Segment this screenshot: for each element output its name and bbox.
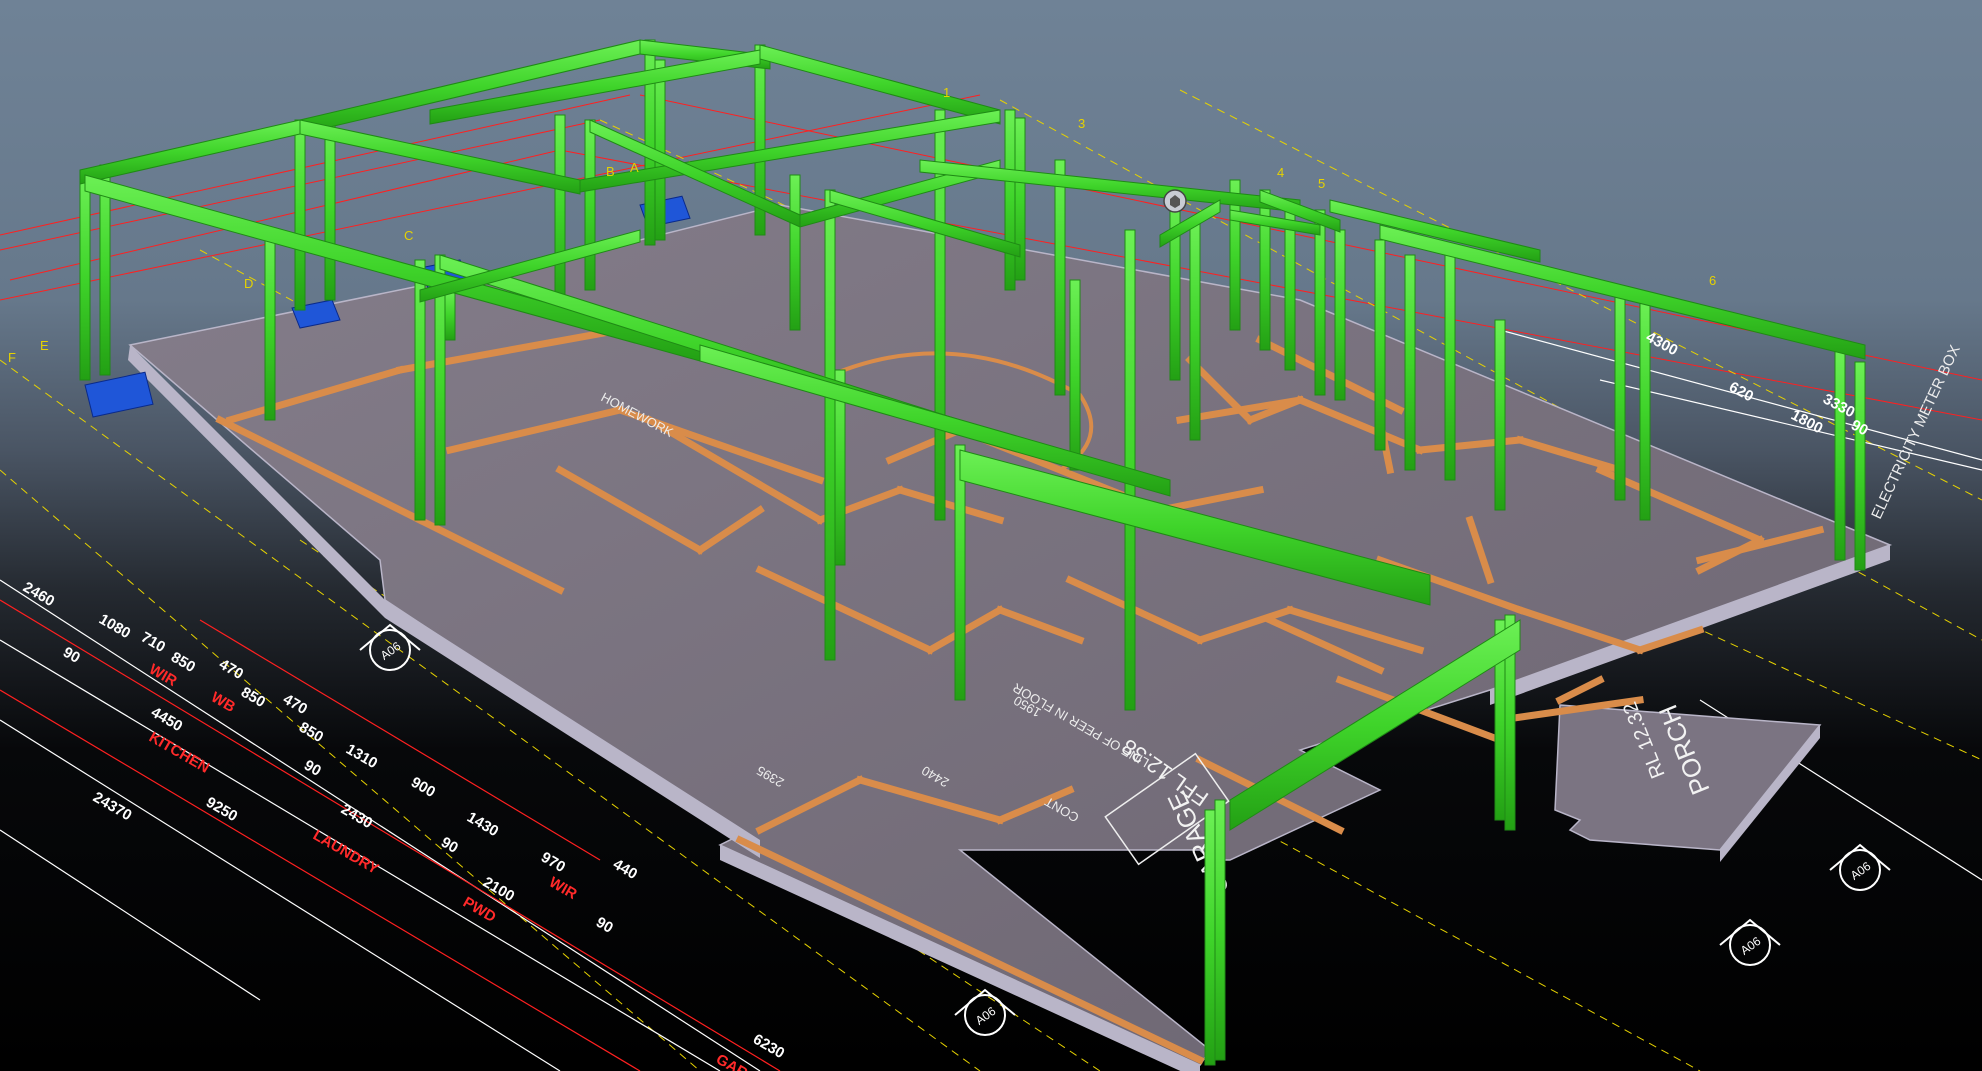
steel-column[interactable] xyxy=(79,174,91,381)
dim-col2-6: 970 xyxy=(538,849,568,876)
steel-beam[interactable] xyxy=(919,159,1301,213)
section-marker-3-label: A06 xyxy=(1738,934,1764,958)
room-laundry: LAUNDRY xyxy=(310,827,382,878)
section-marker-1-label: A06 xyxy=(973,1004,999,1028)
grid-number-6: 6 xyxy=(1709,273,1716,288)
steel-column[interactable] xyxy=(1444,254,1456,481)
steel-column[interactable] xyxy=(824,189,836,661)
steel-column[interactable] xyxy=(1169,194,1181,381)
steel-column[interactable] xyxy=(1069,279,1081,471)
steel-column[interactable] xyxy=(294,119,306,311)
steel-beam[interactable] xyxy=(299,119,581,195)
cad-viewport[interactable]: HOMEWORK CONT 1950 2440 2395 LINE OF PEE… xyxy=(0,0,1982,1071)
grid-number-4: 4 xyxy=(1277,165,1284,180)
steel-column[interactable] xyxy=(1614,289,1626,501)
steel-column[interactable] xyxy=(1834,349,1846,561)
steel-column[interactable] xyxy=(1494,319,1506,511)
steel-column[interactable] xyxy=(1189,219,1201,441)
steel-column[interactable] xyxy=(324,119,336,301)
grid-letter-b: B xyxy=(606,164,615,179)
steel-column[interactable] xyxy=(584,119,596,291)
steel-column[interactable] xyxy=(1204,809,1216,1066)
steel-column[interactable] xyxy=(264,229,276,421)
dim-col3-2: 2430 xyxy=(338,801,375,832)
dim-col1-1: 1080 xyxy=(96,611,133,642)
steel-column[interactable] xyxy=(1334,229,1346,401)
section-marker-3[interactable]: A06 xyxy=(1719,918,1781,966)
dim-right-3: 620 xyxy=(1726,379,1756,406)
steel-beam[interactable] xyxy=(79,119,301,185)
timber-wall-plate[interactable] xyxy=(1555,675,1605,705)
section-marker-1[interactable]: A06 xyxy=(954,988,1016,1036)
dim-col1-2: 710 xyxy=(138,629,168,656)
view-cube-icon[interactable] xyxy=(1163,189,1187,213)
steel-column[interactable] xyxy=(1004,109,1016,291)
electricity-label: ELECTRICITY METER BOX xyxy=(1868,343,1964,522)
dim-col2-4: 900 xyxy=(408,774,438,801)
dim-right-4: 90 xyxy=(1848,417,1871,440)
dimension-line xyxy=(0,689,641,1071)
section-marker-2[interactable]: A06 xyxy=(1829,843,1891,891)
steel-beam[interactable] xyxy=(759,44,1001,125)
grid-number-5: 5 xyxy=(1318,176,1325,191)
dimension-line xyxy=(0,719,561,1071)
section-marker-2-label: A06 xyxy=(1848,859,1874,883)
grid-letter-e: E xyxy=(40,338,49,353)
dimension-line xyxy=(0,829,261,1001)
dim-col1-6: 470 xyxy=(280,691,310,718)
dim-bottom: 6230 xyxy=(750,1031,787,1062)
floor-slab[interactable] xyxy=(128,204,1893,1071)
section-marker-4-label: A06 xyxy=(378,639,404,663)
steel-column[interactable] xyxy=(789,174,801,331)
building-model-3d-view[interactable]: HOMEWORK CONT 1950 2440 2395 LINE OF PEE… xyxy=(0,0,1982,1071)
grid-letter-f: F xyxy=(8,350,16,365)
dim-right-2: 1800 xyxy=(1788,407,1825,438)
dim-col3-1: 9250 xyxy=(203,794,240,825)
room-wb: WB xyxy=(208,689,238,716)
steel-column[interactable] xyxy=(1214,799,1226,1061)
pad-footing[interactable] xyxy=(84,371,154,418)
dim-col1-5: 850 xyxy=(238,684,268,711)
dim-col2-0: 90 xyxy=(60,644,83,667)
dim-col3-0: 24370 xyxy=(90,789,135,825)
slab-top[interactable] xyxy=(128,204,1893,1066)
grid-number-3: 3 xyxy=(1078,116,1085,131)
grid-letter-c: C xyxy=(404,228,413,243)
steel-column[interactable] xyxy=(554,114,566,306)
dim-col2-5: 1430 xyxy=(464,809,501,840)
room-wir-2: WIR xyxy=(546,874,580,903)
steel-column[interactable] xyxy=(1259,189,1271,351)
dim-col3-5: 90 xyxy=(593,914,616,937)
room-kitchen: KITCHEN xyxy=(146,729,212,777)
steel-column[interactable] xyxy=(954,444,966,701)
dim-col2-3: 1310 xyxy=(343,741,380,772)
steel-column[interactable] xyxy=(1374,239,1386,451)
dim-col2-7: 440 xyxy=(610,856,640,883)
grid-number-1: 1 xyxy=(943,85,950,100)
steel-column[interactable] xyxy=(1314,209,1326,396)
dim-col1-7: 850 xyxy=(296,719,326,746)
dim-col3-3: 90 xyxy=(438,834,461,857)
grid-letter-d: D xyxy=(244,276,253,291)
steel-column[interactable] xyxy=(1054,159,1066,396)
steel-column[interactable] xyxy=(444,289,456,341)
steel-column[interactable] xyxy=(1404,254,1416,471)
steel-column[interactable] xyxy=(1854,361,1866,571)
grid-letter-a: A xyxy=(630,160,639,175)
dim-col1-4: 470 xyxy=(216,656,246,683)
